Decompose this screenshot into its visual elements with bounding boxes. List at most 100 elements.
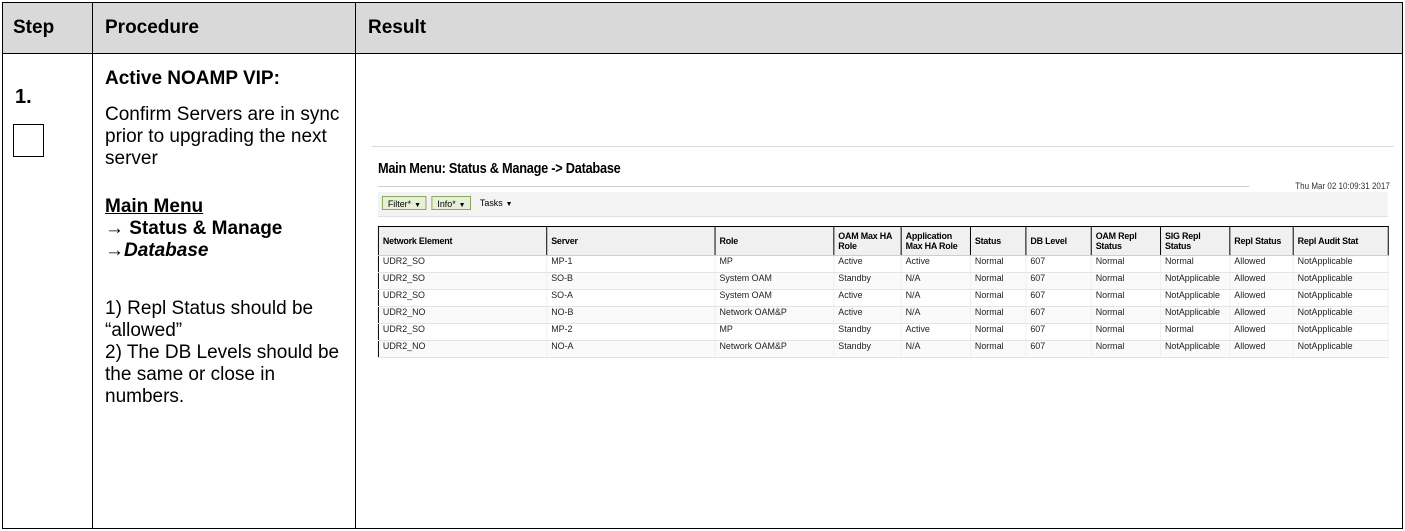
info-label: Info*	[437, 199, 456, 209]
table-row[interactable]: UDR2_NO NO-A Network OAM&P Standby N/A N…	[377, 340, 1389, 358]
table-cell: UDR2_SO	[377, 323, 548, 341]
table-cell: UDR2_SO	[377, 272, 548, 290]
table-cell: Allowed	[1229, 272, 1294, 290]
procedure-header: Procedure	[92, 2, 356, 54]
table-cell: SO-B	[546, 272, 716, 290]
table-cell: NotApplicable	[1292, 272, 1389, 290]
table-cell: N/A	[900, 289, 971, 307]
procedure-cell: Active NOAMP VIP: Confirm Servers are in…	[92, 53, 356, 529]
table-cell: MP	[714, 323, 835, 341]
table-cell: Active	[900, 255, 971, 273]
table-cell: N/A	[900, 272, 971, 290]
header-row: Step Procedure Result	[2, 2, 1403, 54]
nav-status-manage: → Status & Manage	[105, 218, 283, 239]
procedure-description: Confirm Servers are in sync prior to upg…	[105, 104, 340, 169]
nav-database-label: Database	[124, 240, 209, 261]
table-cell: Normal	[1090, 340, 1162, 358]
table-cell: SO-A	[546, 289, 716, 307]
table-cell: Allowed	[1229, 255, 1294, 273]
table-cell: NO-B	[546, 306, 716, 324]
step-row: 1. Active NOAMP VIP: Confirm Servers are…	[2, 53, 1403, 529]
table-cell: 607	[1025, 340, 1092, 358]
table-cell: Normal	[969, 255, 1027, 273]
table-cell: UDR2_SO	[377, 255, 548, 273]
table-cell: System OAM	[714, 289, 835, 307]
table-cell: Normal	[969, 306, 1027, 324]
table-cell: UDR2_NO	[377, 306, 548, 324]
table-cell: Normal	[1160, 323, 1231, 341]
info-button[interactable]: Info* ▼	[431, 196, 472, 210]
table-cell: Allowed	[1229, 340, 1294, 358]
table-cell: UDR2_NO	[377, 340, 548, 358]
column-header[interactable]: Repl Status	[1229, 226, 1294, 256]
table-cell: NotApplicable	[1292, 255, 1389, 273]
column-header[interactable]: Role	[714, 226, 835, 256]
table-cell: NO-A	[546, 340, 716, 358]
column-header[interactable]: OAM Repl Status	[1090, 226, 1162, 256]
table-cell: Normal	[969, 323, 1027, 341]
table-row[interactable]: UDR2_SO SO-A System OAM Active N/A Norma…	[377, 289, 1389, 307]
table-cell: Normal	[1090, 272, 1162, 290]
table-cell: NotApplicable	[1292, 289, 1389, 307]
table-cell: MP-2	[546, 323, 716, 341]
divider	[377, 186, 1250, 187]
table-cell: MP-1	[546, 255, 716, 273]
table-cell: Normal	[969, 289, 1027, 307]
screenshot-title: Main Menu: Status & Manage -> Database	[377, 160, 621, 177]
table-cell: 607	[1025, 289, 1092, 307]
table-cell: Standby	[833, 340, 902, 358]
database-table: Network Element Server Role OAM Max HA R…	[377, 226, 1389, 358]
table-row[interactable]: UDR2_NO NO-B Network OAM&P Active N/A No…	[377, 306, 1389, 324]
step-checkbox[interactable]	[13, 124, 44, 157]
table-cell: Normal	[969, 272, 1027, 290]
table-row[interactable]: UDR2_SO MP-1 MP Active Active Normal 607…	[377, 255, 1389, 273]
table-cell: MP	[714, 255, 835, 273]
table-cell: NotApplicable	[1292, 323, 1389, 341]
table-cell: N/A	[900, 306, 971, 324]
table-cell: 607	[1025, 255, 1092, 273]
step-cell: 1.	[2, 53, 93, 529]
column-header[interactable]: Network Element	[377, 226, 548, 256]
table-cell: Normal	[1090, 306, 1162, 324]
column-header[interactable]: Repl Audit Stat	[1292, 226, 1389, 256]
step-header: Step	[2, 2, 93, 54]
procedure-title: Active NOAMP VIP:	[105, 68, 280, 89]
table-cell: Standby	[833, 323, 902, 341]
table-cell: Active	[833, 255, 902, 273]
table-cell: Normal	[1090, 323, 1162, 341]
column-header[interactable]: Application Max HA Role	[900, 226, 971, 256]
table-cell: N/A	[900, 340, 971, 358]
chevron-down-icon: ▼	[458, 202, 466, 209]
result-header: Result	[355, 2, 1403, 54]
step-number: 1.	[15, 86, 32, 108]
table-row[interactable]: UDR2_SO MP-2 MP Standby Active Normal 60…	[377, 323, 1389, 341]
table-cell: 607	[1025, 323, 1092, 341]
table-cell: Network OAM&P	[714, 340, 835, 358]
tasks-label: Tasks	[479, 198, 503, 208]
table-cell: Allowed	[1229, 306, 1294, 324]
table-header-row: Network Element Server Role OAM Max HA R…	[377, 226, 1389, 256]
screenshot-toolbar: Filter* ▼ Info* ▼ Tasks ▼	[377, 192, 1388, 217]
column-header[interactable]: OAM Max HA Role	[833, 226, 902, 256]
column-header[interactable]: DB Level	[1025, 226, 1092, 256]
table-row[interactable]: UDR2_SO SO-B System OAM Standby N/A Norm…	[377, 272, 1389, 290]
table-cell: Normal	[1090, 289, 1162, 307]
table-cell: Network OAM&P	[714, 306, 835, 324]
table-cell: 607	[1025, 272, 1092, 290]
column-header[interactable]: Status	[969, 226, 1027, 256]
table-cell: NotApplicable	[1292, 306, 1389, 324]
nav-database: →Database	[105, 240, 345, 262]
note-repl-status: 1) Repl Status should be “allowed”	[105, 298, 314, 341]
filter-button[interactable]: Filter* ▼	[381, 196, 427, 210]
tasks-button[interactable]: Tasks ▼	[475, 196, 518, 210]
column-header[interactable]: Server	[546, 226, 716, 256]
table-cell: 607	[1025, 306, 1092, 324]
divider	[372, 146, 1394, 147]
table-cell: NotApplicable	[1160, 340, 1231, 358]
result-cell: Main Menu: Status & Manage -> Database T…	[355, 53, 1403, 529]
table-cell: NotApplicable	[1292, 340, 1389, 358]
table-cell: Allowed	[1229, 289, 1294, 307]
column-header[interactable]: SIG Repl Status	[1160, 226, 1231, 256]
note-db-levels: 2) The DB Levels should be the same or c…	[105, 342, 340, 407]
nav-main-menu: Main Menu	[105, 196, 204, 217]
